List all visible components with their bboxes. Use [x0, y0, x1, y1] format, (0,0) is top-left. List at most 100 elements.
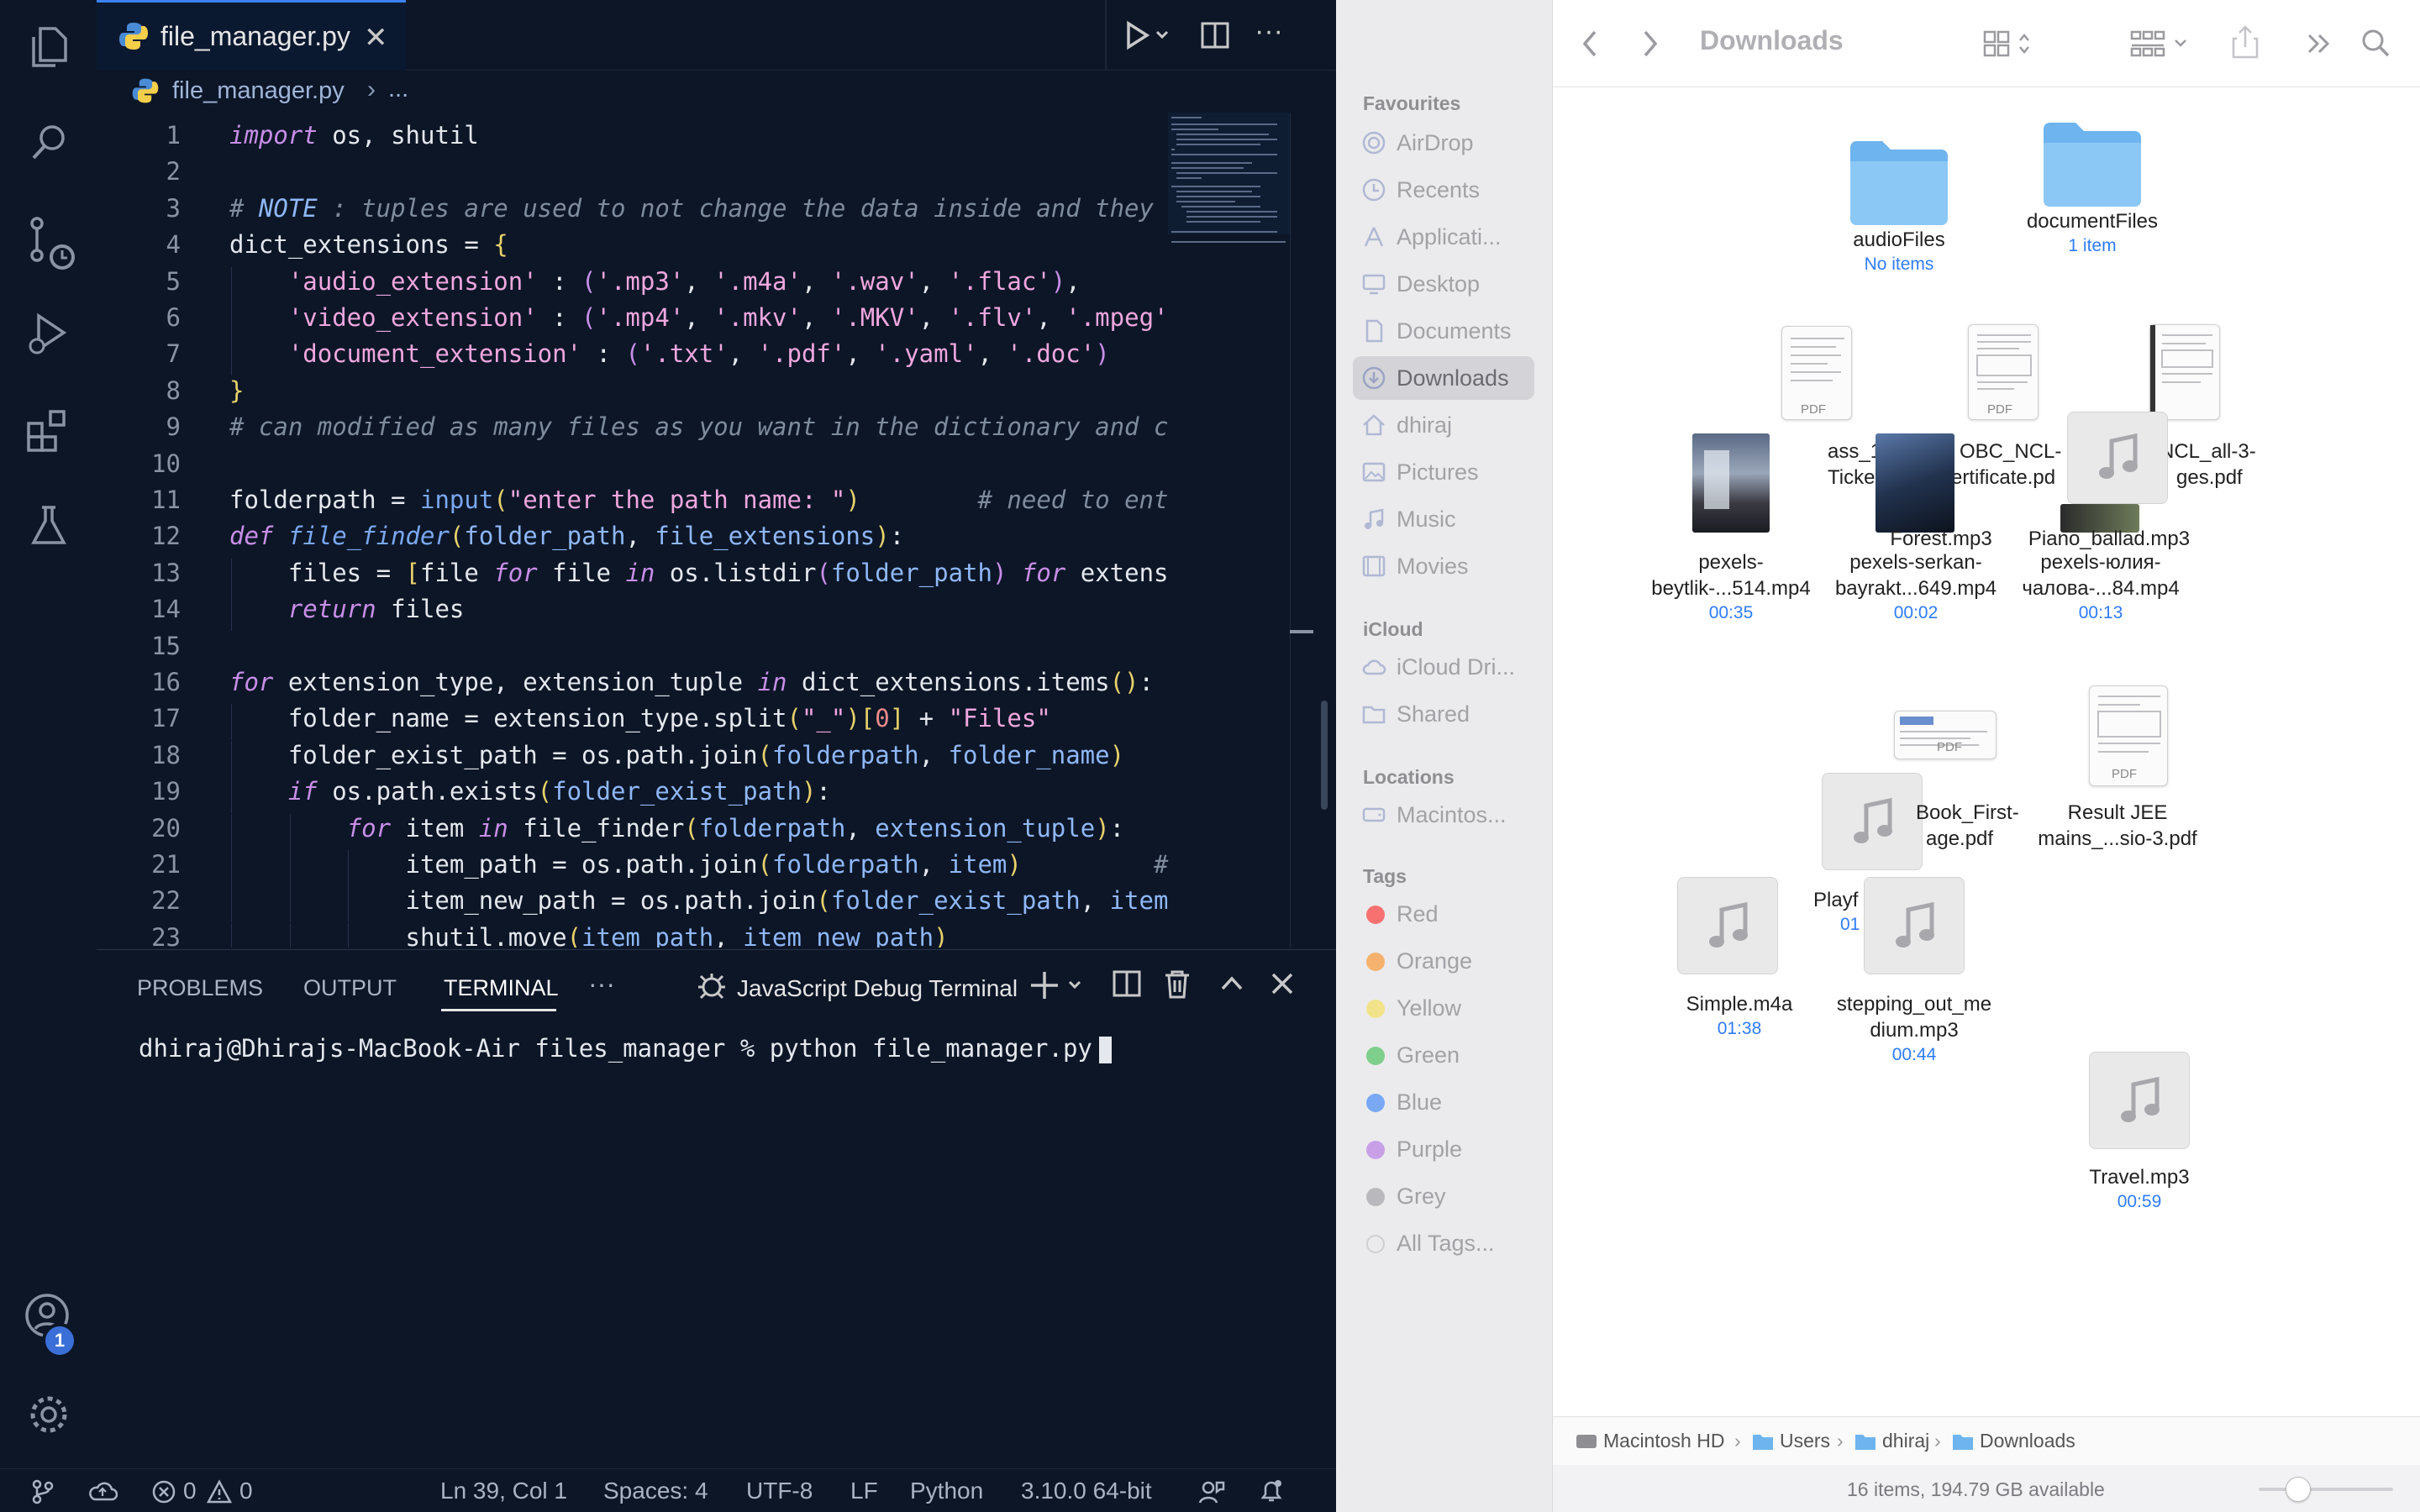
code-line[interactable]: for item in file_finder(folderpath, exte… [229, 814, 1259, 843]
sidebar-item-macintosh-hd[interactable]: Macintos... [1353, 793, 1534, 837]
source-control-icon[interactable] [24, 213, 91, 281]
code-line[interactable]: files = [file for file in os.listdir(fol… [229, 559, 1259, 587]
language-mode[interactable]: Python [910, 1478, 983, 1504]
file-piano-ballad-mp3[interactable]: Piano_ballad.mp3 [2017, 526, 2202, 552]
code-line[interactable]: return files [229, 595, 1259, 623]
icon-size-slider[interactable] [2259, 1488, 2393, 1491]
split-editor-icon[interactable] [1200, 20, 1230, 50]
tab-file-manager[interactable]: file_manager.py ✕ [97, 0, 406, 71]
sidebar-item-applications[interactable]: Applicati... [1353, 215, 1534, 259]
sidebar-item-shared[interactable]: Shared [1353, 692, 1534, 736]
testing-icon[interactable] [24, 501, 74, 551]
sidebar-tag-orange[interactable]: Orange [1353, 939, 1534, 983]
back-chevron-icon[interactable] [1578, 27, 1603, 60]
code-line[interactable]: 'audio_extension' : ('.mp3', '.m4a', '.w… [229, 267, 1259, 296]
sidebar-item-music[interactable]: Music [1353, 497, 1534, 541]
sidebar-item-downloads[interactable]: Downloads [1353, 356, 1534, 400]
sidebar-tag-yellow[interactable]: Yellow [1353, 986, 1534, 1030]
code-editor[interactable]: 1 import os, shutil 2 3 # NOTE : tuples are … [97, 113, 1336, 948]
path-downloads[interactable]: Downloads [1980, 1430, 2075, 1452]
pdf-thumbnail[interactable]: PDF [2089, 685, 2168, 786]
warnings-count[interactable]: 0 [239, 1478, 253, 1504]
editor-scrollbar[interactable] [1321, 701, 1328, 810]
new-terminal-icon[interactable] [1029, 969, 1090, 1002]
code-line[interactable]: 'video_extension' : ('.mp4', '.mkv', '.M… [229, 303, 1259, 332]
cursor-position[interactable]: Ln 39, Col 1 [440, 1478, 567, 1504]
sidebar-item-recents[interactable]: Recents [1353, 168, 1534, 212]
folder-documentfiles[interactable]: documentFiles 1 item [2008, 118, 2176, 258]
video-thumbnail[interactable] [1692, 433, 1770, 533]
tab-output[interactable]: OUTPUT [303, 975, 397, 1001]
code-line[interactable]: folder_name = extension_type.split("_")[… [229, 704, 1259, 732]
group-by-icon[interactable] [2128, 27, 2192, 60]
share-icon[interactable] [2230, 24, 2260, 60]
settings-gear-icon[interactable] [24, 1389, 74, 1440]
sidebar-tag-red[interactable]: Red [1353, 892, 1534, 936]
file-simple-m4a[interactable]: Simple.m4a 01:38 [1639, 991, 1840, 1041]
more-toolbar-items-icon[interactable] [2304, 29, 2334, 59]
sidebar-item-airdrop[interactable]: AirDrop [1353, 121, 1534, 165]
file-obc-ncl-certificate-pdf[interactable]: OBC_NCL- ertificate.pd [1951, 438, 2069, 491]
file-pexels-yulia-mp4[interactable]: pexels-юлия- чалова-...84.mp4 00:13 [2008, 549, 2193, 625]
panel-more-icon[interactable]: ··· [588, 969, 615, 1000]
pdf-thumbnail[interactable]: PDF [1894, 711, 1996, 759]
file-forest-mp3[interactable]: Forest.mp3 [1857, 526, 2025, 552]
code-line[interactable]: # can modified as many files as you want… [229, 412, 1259, 441]
sync-cloud-icon[interactable] [87, 1479, 118, 1504]
icon-size-slider-knob[interactable] [2286, 1477, 2311, 1502]
video-thumbnail[interactable] [1876, 433, 1954, 533]
sidebar-item-home[interactable]: dhiraj [1353, 403, 1534, 447]
sidebar-tag-green[interactable]: Green [1353, 1033, 1534, 1077]
sidebar-tag-grey[interactable]: Grey [1353, 1174, 1534, 1218]
icon-view-grid-icon[interactable] [1981, 27, 2035, 60]
warnings-icon[interactable] [207, 1479, 232, 1504]
sidebar-item-pictures[interactable]: Pictures [1353, 450, 1534, 494]
audio-file-icon[interactable] [2067, 412, 2168, 504]
code-line[interactable]: dict_extensions = { [229, 230, 1259, 259]
kill-terminal-trash-icon[interactable] [1162, 969, 1192, 999]
path-macintosh-hd[interactable]: Macintosh HD [1603, 1430, 1724, 1452]
path-dhiraj[interactable]: dhiraj [1882, 1430, 1929, 1452]
code-line[interactable]: shutil.move(item_path, item_new_path) [229, 923, 1259, 948]
feedback-icon[interactable] [1198, 1479, 1225, 1504]
code-line[interactable]: import os, shutil [229, 121, 1259, 150]
errors-icon[interactable] [151, 1479, 176, 1504]
errors-count[interactable]: 0 [183, 1478, 197, 1504]
branch-icon[interactable] [30, 1479, 55, 1504]
file-stepping-out-medium-mp3[interactable]: stepping_out_me dium.mp3 00:44 [1822, 991, 2007, 1067]
sidebar-tag-alltags[interactable]: All Tags... [1353, 1221, 1534, 1265]
path-users[interactable]: Users [1780, 1430, 1830, 1452]
forward-chevron-icon[interactable] [1637, 27, 1662, 60]
code-line[interactable]: folder_exist_path = os.path.join(folderp… [229, 741, 1259, 769]
audio-file-icon[interactable] [1864, 877, 1965, 974]
file-ncl-all-pages-pdf[interactable]: NCL_all-3- ges.pdf [2160, 438, 2269, 491]
tab-terminal[interactable]: TERMINAL [444, 975, 559, 1001]
code-line[interactable]: } [229, 376, 1259, 405]
explorer-icon[interactable] [24, 22, 74, 72]
pdf-thumbnail[interactable]: PDF [1781, 326, 1852, 420]
sidebar-tag-purple[interactable]: Purple [1353, 1127, 1534, 1171]
audio-file-icon[interactable] [2089, 1052, 2190, 1149]
audio-file-icon[interactable] [1677, 877, 1778, 974]
code-line[interactable]: 'document_extension' : ('.txt', '.pdf', … [229, 339, 1259, 368]
file-result-jee-mains-pdf[interactable]: Result JEE mains_...sio-3.pdf [2025, 800, 2210, 852]
code-line[interactable]: item_new_path = os.path.join(folder_exis… [229, 886, 1259, 915]
file-book-first-page-pdf[interactable]: Book_First- age.pdf [1916, 800, 2033, 852]
notifications-bell-icon[interactable] [1258, 1478, 1285, 1504]
end-of-line[interactable]: LF [850, 1478, 878, 1504]
code-line[interactable]: folderpath = input("enter the path name:… [229, 486, 1259, 514]
code-line[interactable]: for extension_type, extension_tuple in d… [229, 668, 1259, 696]
file-pexels-beytlik-mp4[interactable]: pexels- beytlik-...514.mp4 00:35 [1639, 549, 1823, 625]
indentation[interactable]: Spaces: 4 [603, 1478, 708, 1504]
extensions-icon[interactable] [24, 405, 74, 455]
tab-problems[interactable]: PROBLEMS [137, 975, 263, 1001]
file-travel-mp3[interactable]: Travel.mp3 00:59 [2047, 1164, 2232, 1214]
search-icon[interactable] [24, 118, 74, 168]
tab-close-icon[interactable]: ✕ [364, 21, 388, 55]
breadcrumb-symbols[interactable]: ... [388, 76, 408, 103]
sidebar-item-icloud-drive[interactable]: iCloud Dri... [1353, 645, 1534, 689]
code-line[interactable]: # NOTE : tuples are used to not change t… [229, 194, 1259, 223]
folder-audiofiles[interactable]: audioFiles No items [1807, 136, 1991, 276]
sidebar-item-desktop[interactable]: Desktop [1353, 262, 1534, 306]
sidebar-item-documents[interactable]: Documents [1353, 309, 1534, 353]
